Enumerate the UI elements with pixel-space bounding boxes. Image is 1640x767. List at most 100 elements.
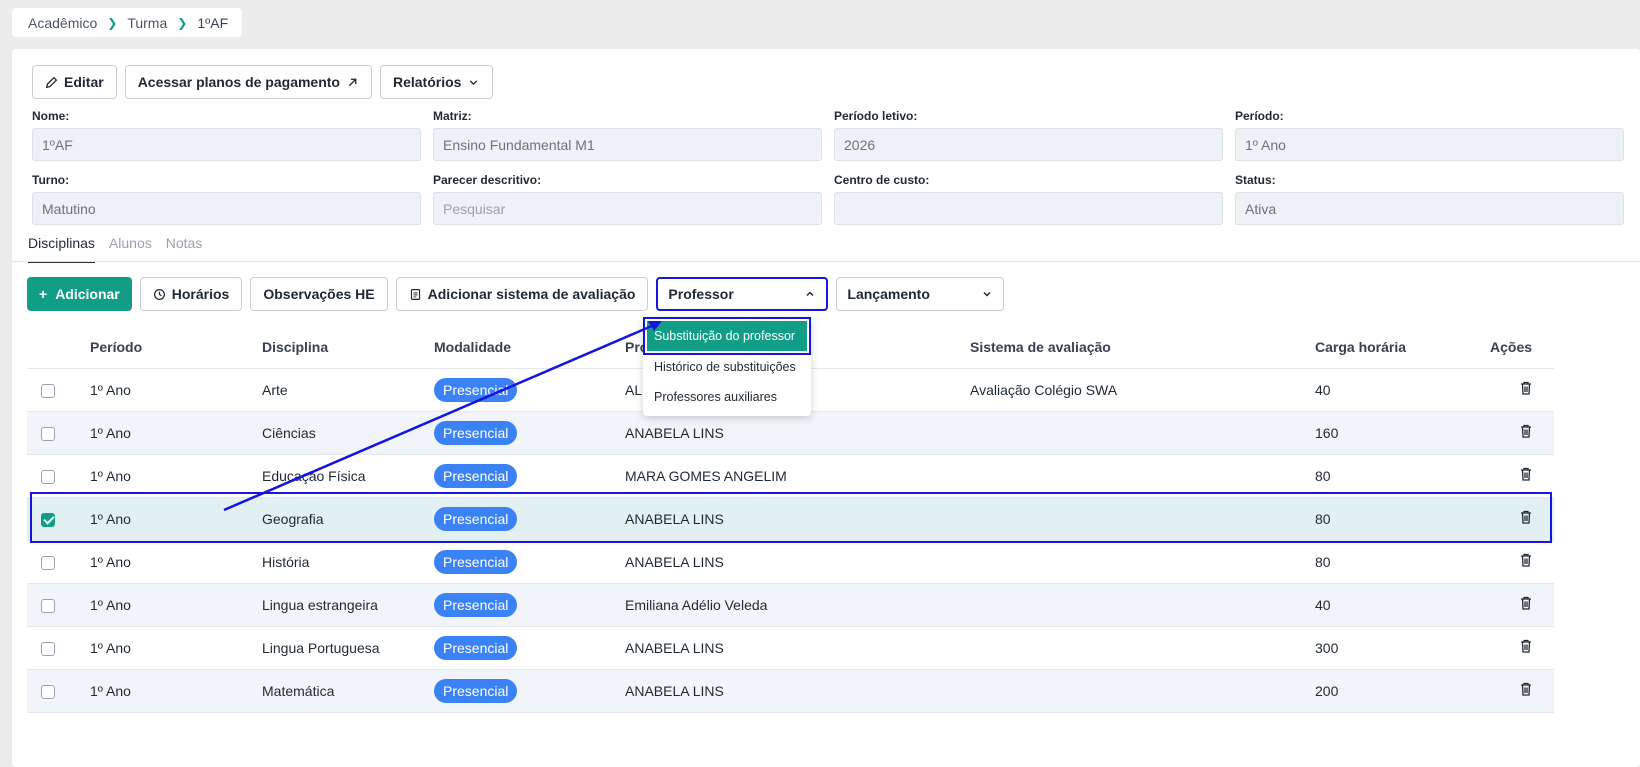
- cell-professor: ANABELA LINS: [625, 497, 970, 541]
- lancamento-select[interactable]: Lançamento: [836, 277, 1005, 311]
- cell-sistema: [970, 669, 1315, 713]
- matriz-input[interactable]: Ensino Fundamental M1: [433, 128, 822, 161]
- schedules-button[interactable]: Horários: [139, 277, 243, 311]
- nome-input[interactable]: 1ºAF: [32, 128, 421, 161]
- row-checkbox-cell: [27, 540, 90, 584]
- cell-modalidade: Presencial: [434, 368, 625, 412]
- payment-plans-label: Acessar planos de pagamento: [137, 74, 340, 90]
- breadcrumb-item-turma[interactable]: Turma: [127, 15, 167, 31]
- cell-carga: 80: [1315, 540, 1490, 584]
- field-matriz: Matriz: Ensino Fundamental M1: [433, 109, 822, 161]
- row-checkbox[interactable]: [41, 469, 55, 484]
- menu-item-auxiliares[interactable]: Professores auxiliares: [643, 382, 811, 412]
- cell-sistema: [970, 626, 1315, 670]
- tabs-divider: [12, 261, 1640, 262]
- breadcrumb-item-academico[interactable]: Acadêmico: [28, 15, 97, 31]
- cell-carga: 300: [1315, 626, 1490, 670]
- cell-disciplina: Lingua estrangeira: [262, 583, 434, 627]
- table-row[interactable]: 1º Ano Lingua Portuguesa Presencial ANABELA…: [27, 626, 1554, 670]
- table-row[interactable]: 1º Ano História Presencial ANABELA LINS 80: [27, 540, 1554, 584]
- cell-sistema: [970, 497, 1315, 541]
- trash-icon[interactable]: [1520, 467, 1532, 481]
- toolbar: Editar Acessar planos de pagamento Relat…: [32, 65, 494, 99]
- reports-button[interactable]: Relatórios: [379, 65, 494, 99]
- add-button[interactable]: + Adicionar: [27, 277, 132, 311]
- cell-modalidade: Presencial: [434, 411, 625, 455]
- periodo-letivo-input[interactable]: 2026: [834, 128, 1223, 161]
- turno-input[interactable]: Matutino: [32, 192, 421, 225]
- field-matriz-label: Matriz:: [433, 109, 472, 123]
- row-checkbox[interactable]: [41, 555, 55, 570]
- field-nome: Nome: 1ºAF: [32, 109, 421, 161]
- modalidade-badge: Presencial: [434, 592, 518, 617]
- table-row[interactable]: 1º Ano Educação Física Presencial MARA GOME…: [27, 454, 1554, 498]
- header-modalidade[interactable]: Modalidade: [434, 326, 625, 369]
- trash-icon[interactable]: [1520, 596, 1532, 610]
- field-periodo-label: Período:: [1235, 109, 1284, 123]
- field-nome-label: Nome:: [32, 109, 70, 123]
- trash-icon[interactable]: [1520, 510, 1532, 524]
- header-carga[interactable]: Carga horária: [1315, 326, 1490, 369]
- table-row[interactable]: 1º Ano Geografia Presencial ANABELA LINS 80: [27, 497, 1554, 541]
- row-checkbox[interactable]: [41, 598, 55, 613]
- centro-custo-input[interactable]: [834, 192, 1223, 225]
- field-periodo-letivo: Período letivo: 2026: [834, 109, 1223, 161]
- cell-disciplina: Educação Física: [262, 454, 434, 498]
- trash-icon[interactable]: [1520, 381, 1532, 395]
- clock-icon: [153, 288, 165, 300]
- field-centro-custo-label: Centro de custo:: [834, 173, 930, 187]
- cell-professor: ANABELA LINS: [625, 540, 970, 584]
- tab-notas[interactable]: Notas: [166, 235, 203, 263]
- cell-disciplina: Matemática: [262, 669, 434, 713]
- header-disciplina[interactable]: Disciplina: [262, 326, 434, 369]
- trash-icon[interactable]: [1520, 682, 1532, 696]
- header-sistema[interactable]: Sistema de avaliação: [970, 326, 1315, 369]
- modalidade-badge: Presencial: [434, 678, 518, 703]
- cell-periodo: 1º Ano: [90, 368, 262, 412]
- trash-icon[interactable]: [1520, 553, 1532, 567]
- row-checkbox-cell: [27, 497, 90, 541]
- edit-button[interactable]: Editar: [32, 65, 117, 99]
- notes-he-button[interactable]: Observações HE: [250, 277, 388, 311]
- row-checkbox[interactable]: [41, 641, 55, 656]
- periodo-input[interactable]: 1º Ano: [1235, 128, 1624, 161]
- cell-carga: 40: [1315, 583, 1490, 627]
- row-checkbox-cell: [27, 411, 90, 455]
- row-checkbox[interactable]: [41, 383, 55, 398]
- status-input[interactable]: Ativa: [1235, 192, 1624, 225]
- payment-plans-button[interactable]: Acessar planos de pagamento: [124, 65, 372, 99]
- header-acoes: Ações: [1490, 326, 1554, 369]
- add-evaluation-system-button[interactable]: Adicionar sistema de avaliação: [395, 277, 649, 311]
- modalidade-badge: Presencial: [434, 506, 518, 531]
- header-select: [27, 326, 90, 369]
- menu-item-historico[interactable]: Histórico de substituições: [643, 352, 811, 382]
- cell-professor: ANABELA LINS: [625, 411, 970, 455]
- field-periodo: Período: 1º Ano: [1235, 109, 1624, 161]
- cell-periodo: 1º Ano: [90, 454, 262, 498]
- parecer-search-input[interactable]: Pesquisar: [433, 192, 822, 225]
- schedules-label: Horários: [171, 286, 230, 302]
- tab-alunos[interactable]: Alunos: [109, 235, 152, 263]
- cell-carga: 160: [1315, 411, 1490, 455]
- row-checkbox-cell: [27, 454, 90, 498]
- trash-icon[interactable]: [1520, 639, 1532, 653]
- cell-acoes: [1490, 626, 1554, 670]
- cell-modalidade: Presencial: [434, 583, 625, 627]
- modalidade-badge: Presencial: [434, 549, 518, 574]
- cell-carga: 200: [1315, 669, 1490, 713]
- header-periodo[interactable]: Período: [90, 326, 262, 369]
- table-row[interactable]: 1º Ano Ciências Presencial ANABELA LINS 160: [27, 411, 1554, 455]
- tab-disciplinas[interactable]: Disciplinas: [28, 235, 95, 263]
- table-row[interactable]: 1º Ano Matemática Presencial ANABELA LINS 20…: [27, 669, 1554, 713]
- field-turno-label: Turno:: [32, 173, 70, 187]
- row-checkbox[interactable]: [41, 684, 55, 699]
- table-row[interactable]: 1º Ano Lingua estrangeira Presencial Emilia…: [27, 583, 1554, 627]
- cell-professor: ANABELA LINS: [625, 669, 970, 713]
- professor-select[interactable]: Professor: [656, 277, 829, 311]
- cell-acoes: [1490, 583, 1554, 627]
- menu-item-substituicao[interactable]: Substituição do professor: [643, 317, 811, 355]
- row-checkbox[interactable]: [41, 512, 55, 527]
- row-checkbox[interactable]: [41, 426, 55, 441]
- lancamento-select-label: Lançamento: [847, 286, 930, 302]
- trash-icon[interactable]: [1520, 424, 1532, 438]
